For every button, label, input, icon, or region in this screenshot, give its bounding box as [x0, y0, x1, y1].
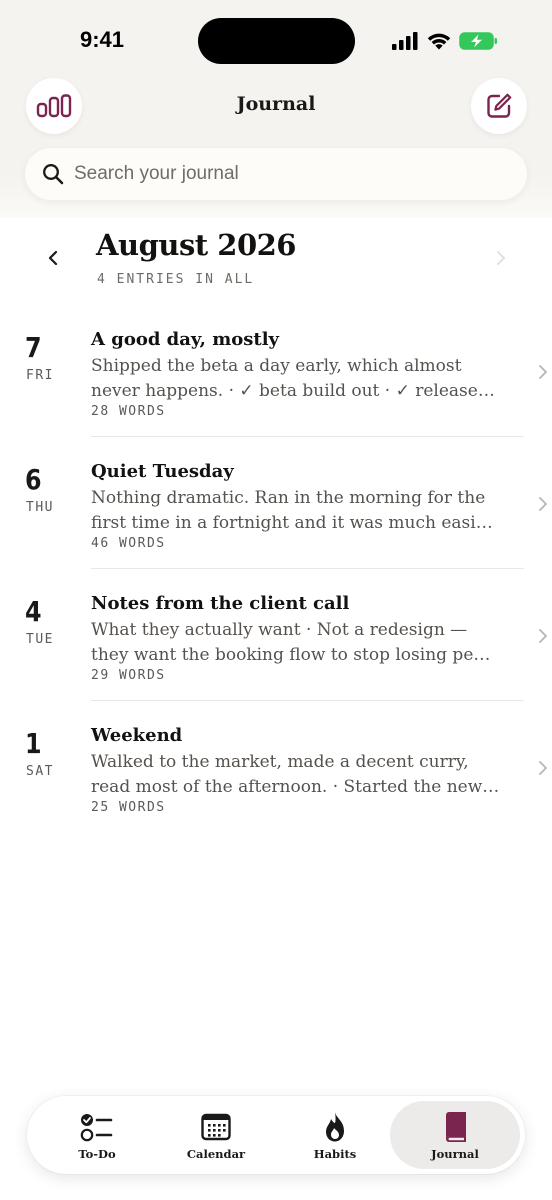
search-bar[interactable]	[25, 148, 527, 200]
tab-to-do[interactable]: To-Do	[32, 1101, 162, 1169]
divider	[91, 568, 524, 569]
entry-preview-line: What they actually want · Not a redesign…	[91, 620, 468, 640]
entry-preview-line: never happens. · ✓ beta build out · ✓ re…	[91, 381, 495, 401]
entry-count: 4 ENTRIES IN ALL	[97, 272, 255, 287]
entry-title: Quiet Tuesday	[91, 461, 234, 482]
entry-preview: Nothing dramatic. Ran in the morning for…	[91, 486, 501, 536]
divider	[91, 700, 524, 701]
search-icon	[43, 164, 64, 185]
new-entry-button[interactable]	[471, 78, 527, 134]
entry-title: A good day, mostly	[91, 329, 279, 350]
tab-calendar[interactable]: Calendar	[151, 1101, 281, 1169]
chevron-right-icon	[539, 761, 547, 775]
tab-label: To-Do	[78, 1147, 116, 1161]
entry-preview-line: read most of the afternoon. · Started th…	[91, 777, 500, 797]
tab-journal[interactable]: Journal	[390, 1101, 520, 1169]
flame-icon	[326, 1112, 344, 1142]
chevron-right-icon	[539, 365, 547, 379]
entry-preview: Walked to the market, made a decent curr…	[91, 750, 501, 800]
status-icons	[391, 30, 499, 52]
previous-month-button[interactable]	[42, 247, 64, 269]
entry-preview: What they actually want · Not a redesign…	[91, 618, 501, 668]
journal-entry[interactable]: 7 FRI A good day, mostly Shipped the bet…	[0, 326, 552, 458]
entry-title: Weekend	[91, 725, 183, 746]
tab-habits[interactable]: Habits	[270, 1101, 400, 1169]
entry-day-number: 7	[25, 331, 42, 364]
compose-icon	[487, 93, 512, 118]
search-input[interactable]	[74, 163, 494, 185]
book-icon	[446, 1112, 466, 1142]
entry-day-number: 4	[25, 595, 42, 628]
entry-preview: Shipped the beta a day early, which almo…	[91, 354, 501, 404]
entry-word-count: 29 WORDS	[91, 668, 166, 683]
signal-icon	[392, 32, 418, 50]
entry-word-count: 46 WORDS	[91, 536, 166, 551]
calendar-icon	[201, 1113, 231, 1141]
entry-preview-line: Nothing dramatic. Ran in the morning for…	[91, 488, 486, 508]
chevron-right-icon	[539, 629, 547, 643]
entry-weekday: FRI	[26, 368, 54, 383]
entry-weekday: SAT	[26, 764, 54, 779]
entry-preview-line: Walked to the market, made a decent curr…	[91, 752, 469, 772]
battery-charging-icon	[459, 32, 497, 50]
divider	[91, 436, 524, 437]
checklist-icon	[80, 1114, 113, 1142]
entry-preview-line: Shipped the beta a day early, which almo…	[91, 356, 462, 376]
entry-weekday: TUE	[26, 632, 54, 647]
entry-weekday: THU	[26, 500, 54, 515]
journal-entry[interactable]: 1 SAT Weekend Walked to the market, made…	[0, 722, 552, 854]
entry-word-count: 25 WORDS	[91, 800, 166, 815]
tab-label: Journal	[431, 1147, 479, 1161]
entry-preview-line: first time in a fortnight and it was muc…	[91, 513, 493, 533]
next-month-button[interactable]	[490, 247, 512, 269]
tab-label: Calendar	[186, 1147, 246, 1161]
status-time: 9:41	[80, 27, 125, 52]
page-title: Journal	[236, 93, 316, 115]
entry-day-number: 6	[25, 463, 42, 496]
entry-title: Notes from the client call	[91, 593, 350, 614]
tab-bar: To-Do Calendar Habits Journal	[27, 1096, 525, 1174]
month-title: August 2026	[96, 228, 296, 262]
journal-entry[interactable]: 4 TUE Notes from the client call What th…	[0, 590, 552, 722]
dynamic-island	[198, 18, 355, 64]
wifi-icon	[427, 33, 451, 50]
entry-day-number: 1	[25, 727, 42, 760]
chevron-right-icon	[539, 497, 547, 511]
journal-entry[interactable]: 6 THU Quiet Tuesday Nothing dramatic. Ra…	[0, 458, 552, 590]
entry-word-count: 28 WORDS	[91, 404, 166, 419]
tab-label: Habits	[313, 1147, 357, 1161]
entry-preview-line: they want the booking flow to stop losin…	[91, 645, 491, 665]
